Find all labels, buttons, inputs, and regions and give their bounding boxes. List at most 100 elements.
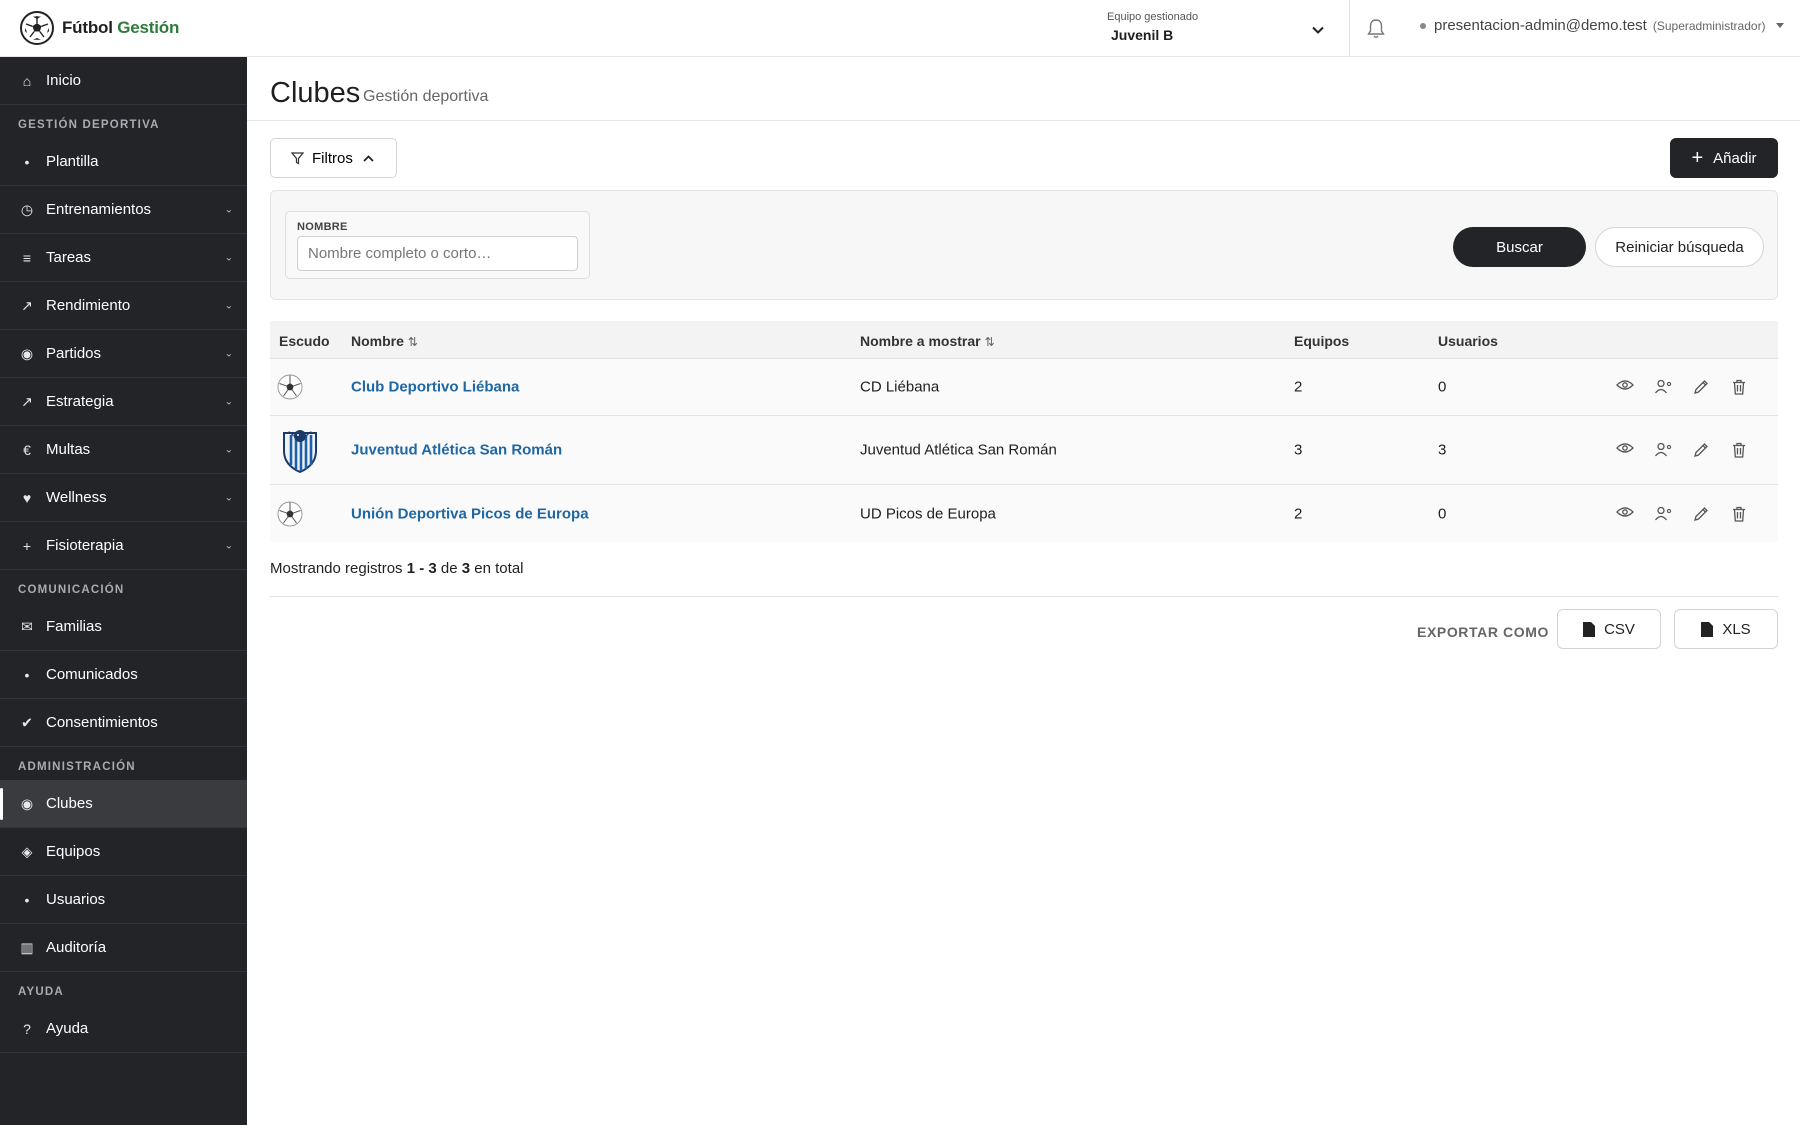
sidebar-item-usuarios[interactable]: • Usuarios	[0, 876, 247, 924]
heart-icon: ♥	[22, 489, 32, 506]
edit-button[interactable]	[1682, 442, 1720, 458]
edit-button[interactable]	[1682, 506, 1720, 522]
sidebar-item-label: Partidos	[46, 345, 102, 362]
column-header-teams: Equipos	[1294, 333, 1350, 349]
sidebar-item-ayuda[interactable]: ? Ayuda	[0, 1005, 247, 1053]
column-header-crest: Escudo	[279, 333, 330, 349]
filters-toggle-label: Filtros	[312, 149, 353, 167]
table-row: Club Deportivo Liébana CD Liébana 2 0	[270, 359, 1778, 416]
club-name-link[interactable]: Juventud Atlética San Román	[351, 442, 562, 459]
sidebar-item-multas[interactable]: € Multas ⌄	[0, 426, 247, 474]
filter-panel: NOMBRE Buscar Reiniciar búsqueda	[270, 190, 1778, 300]
bullet-icon: •	[24, 891, 30, 908]
chevron-down-icon: ⌄	[224, 444, 233, 455]
sidebar-item-label: Usuarios	[46, 891, 106, 908]
sidebar-item-label: Fisioterapia	[46, 537, 124, 554]
sidebar-item-label: Plantilla	[46, 153, 99, 170]
sidebar-item-label: Tareas	[46, 249, 92, 266]
sidebar-item-label: Rendimiento	[46, 297, 131, 314]
reset-search-button[interactable]: Reiniciar búsqueda	[1595, 227, 1764, 267]
edit-button[interactable]	[1682, 379, 1720, 395]
delete-button[interactable]	[1720, 442, 1758, 458]
chevron-down-icon: ⌄	[224, 204, 233, 215]
bullet-icon: •	[24, 666, 30, 683]
bullet-icon: •	[24, 153, 30, 170]
club-teams-count: 3	[1294, 441, 1303, 459]
summary-total: 3	[461, 560, 471, 577]
user-role: (Superadministrador)	[1652, 18, 1766, 33]
records-summary: Mostrando registros 1 - 3 de 3 en total	[270, 560, 524, 577]
sidebar-item-familias[interactable]: ✉ Familias	[0, 603, 247, 651]
name-filter-field: NOMBRE	[285, 211, 590, 279]
page-subtitle: Gestión deportiva	[363, 88, 489, 105]
brand-logo[interactable]: Fútbol Gestión	[20, 10, 179, 46]
manage-users-button[interactable]	[1644, 442, 1682, 458]
table-header: Escudo Nombre ⇅ Nombre a mostrar ⇅ Equipos…	[270, 321, 1778, 359]
eye-icon	[1616, 506, 1634, 517]
view-button[interactable]	[1606, 506, 1644, 522]
sidebar-item-rendimiento[interactable]: ↗ Rendimiento ⌄	[0, 282, 247, 330]
export-csv-button[interactable]: CSV	[1557, 609, 1661, 649]
search-button[interactable]: Buscar	[1453, 227, 1586, 267]
pencil-icon	[1694, 506, 1708, 521]
club-display-name: CD Liébana	[860, 378, 940, 396]
sidebar-item-label: Familias	[46, 618, 102, 635]
export-xls-label: XLS	[1722, 620, 1751, 638]
sidebar-item-comunicados[interactable]: • Comunicados	[0, 651, 247, 699]
sidebar-item-fisioterapia[interactable]: + Fisioterapia ⌄	[0, 522, 247, 570]
row-actions	[1606, 506, 1758, 522]
sidebar-item-estrategia[interactable]: ↗ Estrategia ⌄	[0, 378, 247, 426]
plus-icon: +	[22, 537, 32, 554]
list-icon: ≡	[22, 249, 32, 266]
page-title: Clubes	[270, 77, 361, 109]
soccer-ball-icon	[277, 501, 303, 526]
sidebar-item-plantilla[interactable]: • Plantilla	[0, 138, 247, 186]
sidebar-item-auditoria[interactable]: ▥ Auditoría	[0, 924, 247, 972]
user-email: presentacion-admin@demo.test	[1434, 17, 1647, 34]
sidebar-section-ayuda: AYUDA	[18, 986, 64, 998]
clock-icon: ◷	[20, 201, 34, 217]
name-filter-label: NOMBRE	[297, 221, 348, 233]
sidebar-item-inicio[interactable]: ⌂ Inicio	[0, 57, 247, 105]
club-name-link[interactable]: Unión Deportiva Picos de Europa	[351, 505, 589, 522]
export-xls-button[interactable]: XLS	[1674, 609, 1778, 649]
team-selector[interactable]: Equipo gestionado Juvenil B	[1098, 8, 1334, 48]
sidebar-item-wellness[interactable]: ♥ Wellness ⌄	[0, 474, 247, 522]
eye-icon	[1616, 443, 1634, 453]
add-button[interactable]: + Añadir	[1670, 138, 1778, 178]
delete-button[interactable]	[1720, 506, 1758, 522]
chevron-down-icon	[1312, 26, 1324, 34]
delete-button[interactable]	[1720, 379, 1758, 395]
club-name-link[interactable]: Club Deportivo Liébana	[351, 379, 519, 396]
filter-icon	[291, 151, 304, 164]
table-row: Unión Deportiva Picos de Europa UD Picos…	[270, 485, 1778, 542]
sidebar-section-administracion: ADMINISTRACIÓN	[18, 761, 136, 773]
user-add-icon	[1654, 506, 1672, 520]
sidebar-item-equipos[interactable]: ◈ Equipos	[0, 828, 247, 876]
view-button[interactable]	[1606, 442, 1644, 458]
sidebar-item-clubes[interactable]: ◉ Clubes	[0, 780, 247, 828]
name-filter-input[interactable]	[297, 236, 578, 271]
bell-icon[interactable]	[1366, 18, 1386, 39]
clubs-table: Escudo Nombre ⇅ Nombre a mostrar ⇅ Equipos…	[270, 321, 1778, 542]
chevron-down-icon: ⌄	[224, 252, 233, 263]
column-header-name[interactable]: Nombre ⇅	[351, 333, 418, 349]
sidebar-item-label: Equipos	[46, 843, 101, 860]
divider	[270, 596, 1778, 597]
manage-users-button[interactable]	[1644, 379, 1682, 395]
column-header-display-name[interactable]: Nombre a mostrar ⇅	[860, 333, 995, 349]
ledger-icon: ▥	[20, 939, 34, 955]
view-button[interactable]	[1606, 379, 1644, 395]
divider	[1349, 0, 1350, 56]
sidebar-item-entrenamientos[interactable]: ◷ Entrenamientos ⌄	[0, 186, 247, 234]
user-menu[interactable]: presentacion-admin@demo.test (Superadmin…	[1420, 17, 1784, 34]
sidebar-item-partidos[interactable]: ◉ Partidos ⌄	[0, 330, 247, 378]
sort-icon: ⇅	[407, 335, 418, 349]
sidebar-item-consentimientos[interactable]: ✔ Consentimientos	[0, 699, 247, 747]
manage-users-button[interactable]	[1644, 506, 1682, 522]
filters-toggle-button[interactable]: Filtros	[270, 138, 397, 178]
home-icon: ⌂	[22, 72, 32, 89]
sidebar-section-gestion-deportiva: GESTIÓN DEPORTIVA	[18, 119, 160, 131]
envelope-icon: ✉	[21, 618, 33, 634]
sidebar-item-tareas[interactable]: ≡ Tareas ⌄	[0, 234, 247, 282]
